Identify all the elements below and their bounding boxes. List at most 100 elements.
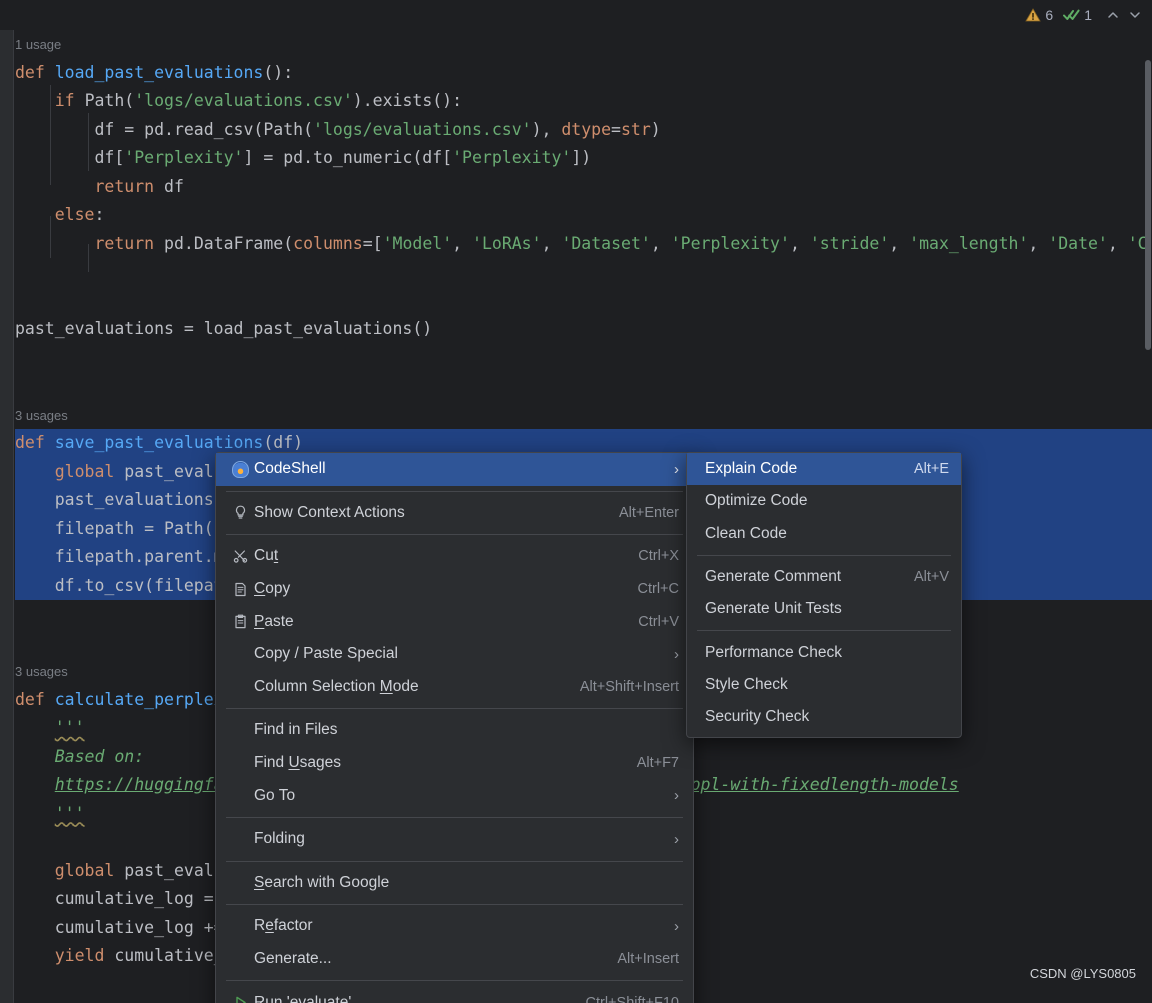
code-line[interactable]: if Path('logs/evaluations.csv').exists()… [15, 87, 1152, 116]
submenu-item-label: Optimize Code [705, 492, 808, 510]
editor-context-menu[interactable]: CodeShell › Show Context Actions Alt+Enter C… [215, 452, 694, 1003]
editor-gutter[interactable] [0, 0, 14, 1003]
submenu-item-style-check[interactable]: Style Check [687, 669, 961, 701]
code-token: 'max_length' [909, 233, 1029, 253]
submenu-chevron-icon: › [674, 460, 679, 478]
code-token: , [650, 233, 671, 253]
code-token: return [94, 176, 165, 196]
menu-item-shortcut: Alt+Shift+Insert [579, 678, 679, 695]
menu-item-label: Run 'evaluate' [254, 993, 352, 1003]
context-menu-item-search-with-google[interactable]: Search with Google [216, 867, 693, 900]
previous-problem-button[interactable] [1102, 4, 1124, 26]
usage-hint[interactable]: 3 usages [15, 664, 68, 679]
code-line[interactable] [15, 287, 1152, 316]
code-token: ) [650, 119, 661, 139]
menu-separator [226, 708, 683, 710]
menu-item-label: Refactor [254, 917, 313, 935]
menu-item-label: Find Usages [254, 754, 342, 772]
warning-group[interactable]: 6 [1025, 7, 1053, 23]
submenu-item-generate-comment[interactable]: Generate Comment Alt+V [687, 561, 961, 593]
context-menu-item-find-in-files[interactable]: Find in Files [216, 714, 693, 747]
code-line[interactable]: df['Perplexity'] = pd.to_numeric(df['Per… [15, 144, 1152, 173]
indent-guide [88, 113, 89, 171]
submenu-item-shortcut: Alt+V [913, 569, 949, 586]
next-problem-button[interactable] [1124, 4, 1146, 26]
context-menu-item-codeshell[interactable]: CodeShell › [216, 453, 693, 486]
clipboard-icon [226, 613, 254, 630]
menu-separator [226, 816, 683, 818]
usage-hint[interactable]: 3 usages [15, 408, 68, 423]
context-menu-item-find-usages[interactable]: Find Usages Alt+F7 [216, 747, 693, 780]
code-token: yield [54, 946, 115, 965]
context-menu-item-go-to[interactable]: Go To › [216, 779, 693, 812]
context-menu-item-column-selection-mode[interactable]: Column Selection Mode Alt+Shift+Insert [216, 671, 693, 704]
submenu-chevron-icon: › [674, 787, 679, 805]
lightbulb-icon [226, 504, 254, 521]
codeshell-icon [226, 460, 254, 478]
code-token: 'stride' [809, 233, 890, 253]
code-token: past_evaluations = load_past_evaluations… [15, 319, 433, 338]
code-token: , [541, 233, 562, 253]
code-token: else [54, 205, 95, 224]
code-token: 'Dataset' [561, 233, 651, 253]
code-line[interactable]: df = pd.read_csv(Path('logs/evaluations.… [15, 116, 1152, 145]
submenu-item-performance-check[interactable]: Performance Check [687, 636, 961, 668]
context-menu-item-paste[interactable]: Paste Ctrl+V [216, 605, 693, 638]
menu-item-label: CodeShell [254, 460, 326, 478]
code-line[interactable]: else: [15, 201, 1152, 230]
code-token: if [54, 91, 85, 110]
ok-group[interactable]: 1 [1063, 7, 1092, 23]
code-line[interactable] [15, 258, 1152, 287]
code-token: , [1107, 233, 1128, 253]
usage-hint[interactable]: 1 usage [15, 37, 61, 52]
code-token: , [789, 233, 810, 253]
code-token: , [889, 233, 910, 253]
code-line[interactable]: past_evaluations = load_past_evaluations… [15, 315, 1152, 344]
code-token: =[ [362, 233, 383, 253]
context-menu-item-run-evaluate[interactable]: Run 'evaluate' Ctrl+Shift+F10 [216, 986, 693, 1003]
code-hint-line[interactable]: 1 usage [15, 30, 1152, 59]
codeshell-submenu[interactable]: Explain Code Alt+E Optimize Code Clean Code… [686, 452, 962, 739]
code-token: = [611, 119, 621, 139]
submenu-item-generate-unit-tests[interactable]: Generate Unit Tests [687, 593, 961, 625]
context-menu-item-refactor[interactable]: Refactor › [216, 910, 693, 943]
context-menu-item-copy-paste-special[interactable]: Copy / Paste Special › [216, 638, 693, 671]
context-menu-item-show-context-actions[interactable]: Show Context Actions Alt+Enter [216, 497, 693, 530]
submenu-item-label: Performance Check [705, 643, 842, 661]
code-line[interactable] [15, 344, 1152, 373]
context-menu-item-generate[interactable]: Generate... Alt+Insert [216, 943, 693, 976]
submenu-item-clean-code[interactable]: Clean Code [687, 518, 961, 550]
code-token: save_past_evaluations [54, 433, 264, 452]
menu-item-label: Column Selection Mode [254, 677, 419, 695]
submenu-item-optimize-code[interactable]: Optimize Code [687, 485, 961, 517]
context-menu-item-cut[interactable]: Cut Ctrl+X [216, 540, 693, 573]
code-token: global [54, 860, 125, 880]
editor-scrollbar-thumb[interactable] [1145, 60, 1151, 350]
submenu-item-security-check[interactable]: Security Check [687, 701, 961, 733]
code-token: load_past_evaluations [54, 62, 264, 82]
code-token: 'LoRAs' [472, 233, 542, 253]
code-token: def [15, 62, 55, 82]
submenu-separator [697, 630, 951, 632]
code-token: 'logs/evaluations.csv' [313, 119, 532, 139]
submenu-chevron-icon: › [674, 830, 679, 848]
code-line[interactable]: return pd.DataFrame(columns=['Model', 'L… [15, 230, 1152, 259]
code-line[interactable] [15, 372, 1152, 401]
context-menu-item-folding[interactable]: Folding › [216, 823, 693, 856]
submenu-item-explain-code[interactable]: Explain Code Alt+E [687, 453, 961, 486]
code-token: df = pd.read_csv(Path( [15, 119, 314, 139]
context-menu-item-copy[interactable]: Copy Ctrl+C [216, 573, 693, 606]
submenu-item-label: Explain Code [705, 460, 798, 478]
code-hint-line[interactable]: 3 usages [15, 401, 1152, 430]
submenu-separator [697, 554, 951, 556]
code-token: : [94, 205, 105, 224]
menu-item-label: Search with Google [254, 873, 390, 891]
code-line[interactable]: def load_past_evaluations(): [15, 59, 1152, 88]
code-token: df [164, 176, 184, 196]
code-line[interactable]: return df [15, 173, 1152, 202]
